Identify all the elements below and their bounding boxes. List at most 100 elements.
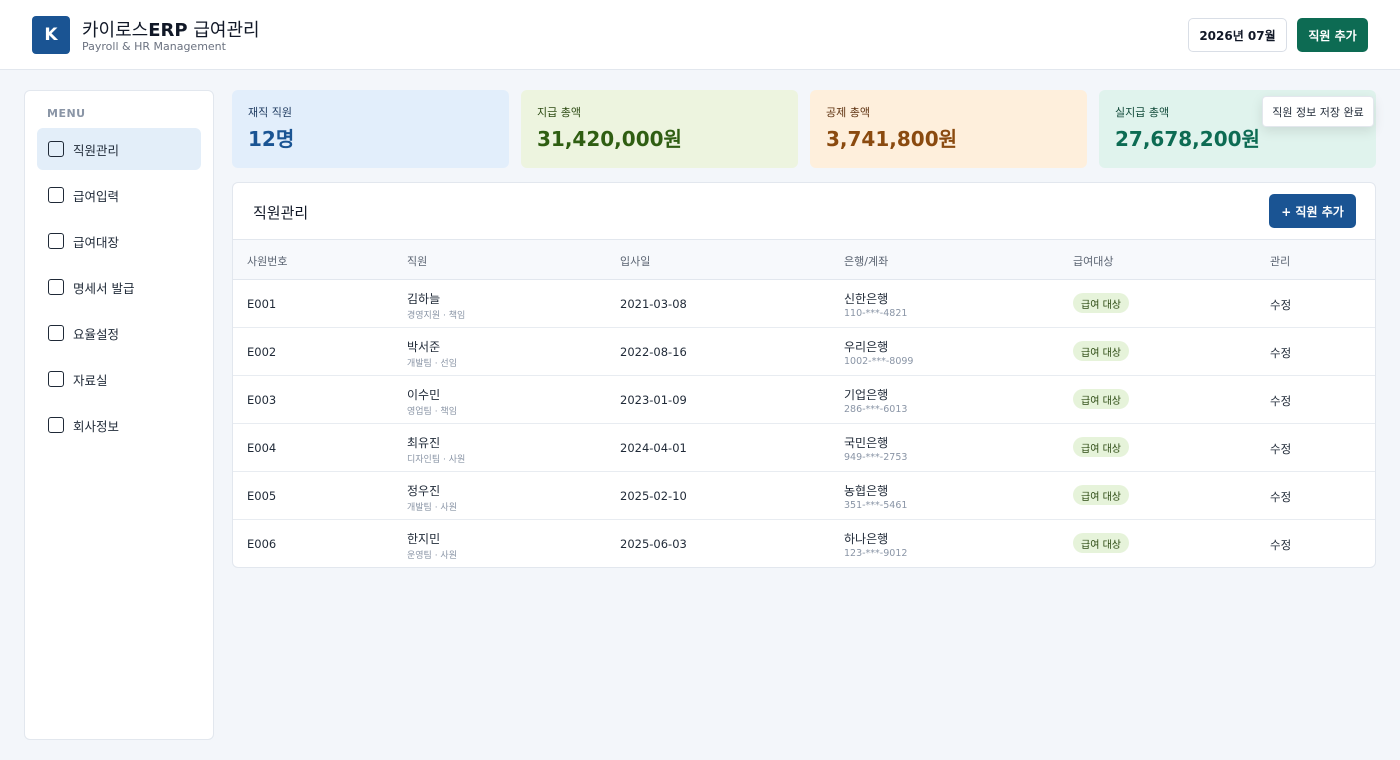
sidebar-item-archive[interactable]: 자료실 [37, 358, 201, 400]
edit-link[interactable]: 수정 [1270, 537, 1291, 553]
stat-label: 공제 총액 [826, 106, 870, 119]
bank-name: 하나은행 [844, 532, 889, 546]
sidebar-item-label: 명세서 발급 [73, 280, 135, 296]
checkbox-icon [48, 279, 64, 295]
sidebar-item-label: 회사정보 [73, 418, 120, 434]
bank-name: 농협은행 [844, 484, 889, 498]
employee-name: 김하늘 [407, 292, 441, 306]
app-subtitle: Payroll & HR Management [82, 40, 226, 53]
hire-date: 2025-06-03 [620, 537, 687, 551]
hire-date: 2022-08-16 [620, 345, 687, 359]
app-title-bold: ERP [148, 20, 188, 41]
sidebar-item-payslip-issue[interactable]: 명세서 발급 [37, 266, 201, 308]
checkbox-icon [48, 325, 64, 341]
checkbox-icon [48, 417, 64, 433]
employee-dept: 개발팀 · 선임 [407, 359, 457, 369]
toast-notification: 직원 정보 저장 완료 [1262, 96, 1374, 127]
employee-dept: 개발팀 · 사원 [407, 503, 457, 513]
edit-link[interactable]: 수정 [1270, 489, 1291, 505]
column-header-employee-id[interactable]: 사원번호 [247, 253, 287, 269]
employee-name: 최유진 [407, 436, 441, 450]
payroll-target-badge: 급여 대상 [1073, 437, 1129, 457]
employee-dept: 디자인팀 · 사원 [407, 455, 466, 465]
edit-link[interactable]: 수정 [1270, 297, 1291, 313]
payroll-target-badge: 급여 대상 [1073, 341, 1129, 361]
stat-label: 지급 총액 [537, 106, 581, 119]
employee-dept: 운영팀 · 사원 [407, 551, 457, 561]
sidebar-item-payroll-input[interactable]: 급여입력 [37, 174, 201, 216]
checkbox-icon [48, 141, 64, 157]
employee-name: 정우진 [407, 484, 441, 498]
payroll-target-badge: 급여 대상 [1073, 485, 1129, 505]
checkbox-icon [48, 187, 64, 203]
employee-dept: 영업팀 · 책임 [407, 407, 457, 417]
app-title: 카이로스ERP 급여관리 [82, 16, 260, 42]
bank-account: 351-***-5461 [844, 500, 908, 511]
employee-name: 한지민 [407, 532, 441, 546]
table-row[interactable]: E004 최유진 디자인팀 · 사원 2024-04-01 국민은행 949-*… [233, 424, 1375, 472]
employee-id: E003 [247, 393, 277, 407]
bank-account: 123-***-9012 [844, 548, 908, 559]
stat-value: 27,678,200원 [1115, 127, 1260, 151]
add-employee-header-button[interactable]: 직원 추가 [1297, 18, 1368, 52]
edit-link[interactable]: 수정 [1270, 345, 1291, 361]
sidebar: MENU 직원관리 급여입력 급여대장 명세서 발급 요율설정 자료실 회사정보 [24, 90, 214, 740]
payroll-target-badge: 급여 대상 [1073, 533, 1129, 553]
app-title-suffix: 급여관리 [187, 20, 260, 41]
column-header-hire-date[interactable]: 입사일 [620, 253, 650, 269]
employee-id: E002 [247, 345, 277, 359]
bank-name: 우리은행 [844, 340, 889, 354]
payroll-target-badge: 급여 대상 [1073, 293, 1129, 313]
employee-name: 박서준 [407, 340, 441, 354]
column-header-actions: 관리 [1270, 255, 1291, 268]
hire-date: 2025-02-10 [620, 489, 687, 503]
month-selector-button[interactable]: 2026년 07월 [1188, 18, 1287, 52]
table-header: 사원번호 직원 입사일 은행/계좌 급여대상 관리 [233, 239, 1375, 280]
sidebar-item-label: 급여입력 [73, 188, 120, 204]
employee-id: E006 [247, 537, 277, 551]
stat-label: 재직 직원 [248, 106, 292, 119]
column-header-bank-account[interactable]: 은행/계좌 [844, 253, 888, 269]
sidebar-item-label: 직원관리 [73, 142, 120, 158]
table-row[interactable]: E002 박서준 개발팀 · 선임 2022-08-16 우리은행 1002-*… [233, 328, 1375, 376]
hire-date: 2021-03-08 [620, 297, 687, 311]
bank-name: 국민은행 [844, 436, 889, 450]
bank-name: 신한은행 [844, 292, 889, 306]
edit-link[interactable]: 수정 [1270, 393, 1291, 409]
sidebar-menu-title: MENU [47, 107, 86, 120]
app-header: K 카이로스ERP 급여관리 Payroll & HR Management 2… [0, 0, 1400, 70]
checkbox-icon [48, 233, 64, 249]
employee-id: E001 [247, 297, 277, 311]
bank-account: 110-***-4821 [844, 308, 908, 319]
hire-date: 2023-01-09 [620, 393, 687, 407]
column-header-payroll-target[interactable]: 급여대상 [1073, 253, 1113, 269]
stat-card-gross-pay: 지급 총액 31,420,000원 [521, 90, 798, 168]
edit-link[interactable]: 수정 [1270, 441, 1291, 457]
bank-name: 기업은행 [844, 388, 889, 402]
employee-name: 이수민 [407, 388, 441, 402]
sidebar-item-company-info[interactable]: 회사정보 [37, 404, 201, 446]
app-logo: K [32, 16, 70, 54]
payroll-target-badge: 급여 대상 [1073, 389, 1129, 409]
bank-account: 1002-***-8099 [844, 356, 914, 367]
employee-panel: 직원관리 + 직원 추가 사원번호 직원 입사일 은행/계좌 급여대상 관리 E… [232, 182, 1376, 568]
sidebar-item-label: 급여대장 [73, 234, 120, 250]
table-row[interactable]: E006 한지민 운영팀 · 사원 2025-06-03 하나은행 123-**… [233, 520, 1375, 567]
employee-dept: 경영지원 · 책임 [407, 311, 466, 321]
bank-account: 286-***-6013 [844, 404, 908, 415]
table-row[interactable]: E003 이수민 영업팀 · 책임 2023-01-09 기업은행 286-**… [233, 376, 1375, 424]
sidebar-item-rate-settings[interactable]: 요율설정 [37, 312, 201, 354]
sidebar-item-employees[interactable]: 직원관리 [37, 128, 201, 170]
table-row[interactable]: E005 정우진 개발팀 · 사원 2025-02-10 농협은행 351-**… [233, 472, 1375, 520]
add-employee-button[interactable]: + 직원 추가 [1269, 194, 1356, 228]
stat-label: 실지급 총액 [1115, 106, 1170, 119]
panel-title: 직원관리 [253, 204, 309, 222]
stat-value: 31,420,000원 [537, 127, 682, 151]
sidebar-item-payroll-ledger[interactable]: 급여대장 [37, 220, 201, 262]
checkbox-icon [48, 371, 64, 387]
stat-card-active-employees: 재직 직원 12명 [232, 90, 509, 168]
column-header-employee[interactable]: 직원 [407, 253, 427, 269]
table-row[interactable]: E001 김하늘 경영지원 · 책임 2021-03-08 신한은행 110-*… [233, 280, 1375, 328]
stat-value: 12명 [248, 127, 295, 151]
sidebar-item-label: 요율설정 [73, 326, 120, 342]
